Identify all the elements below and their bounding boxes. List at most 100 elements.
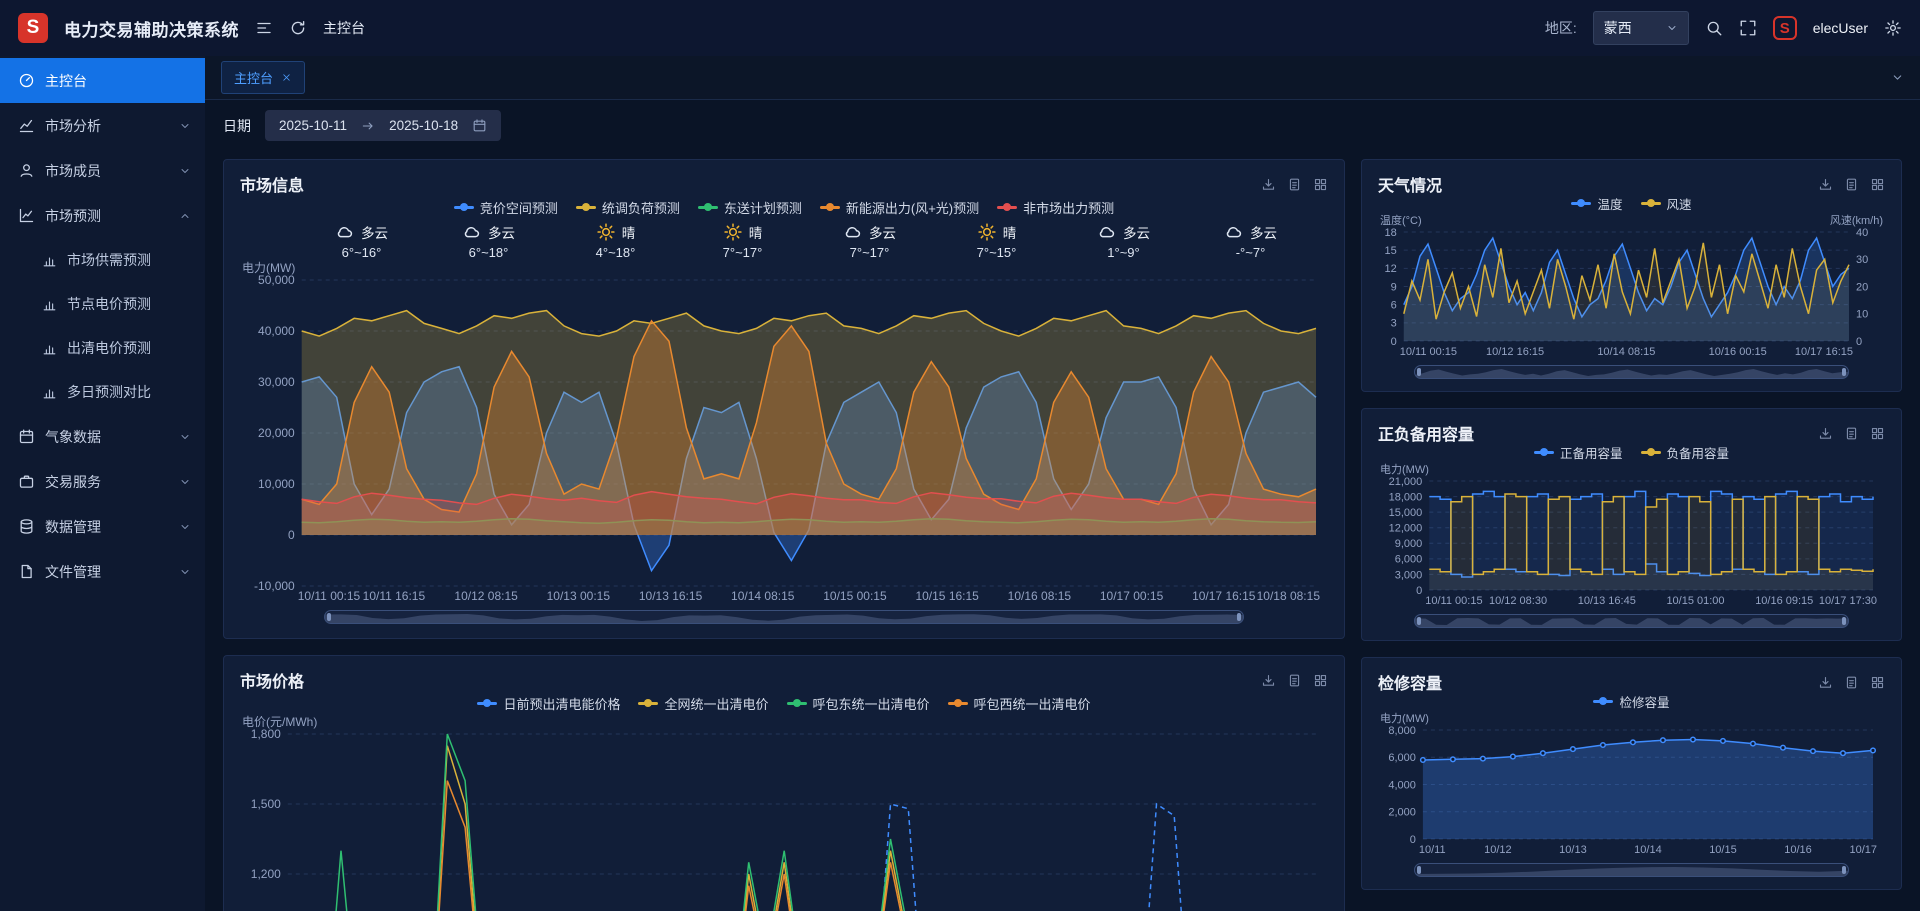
chart-scrollbar[interactable]: [324, 610, 1244, 624]
menu-fold-icon[interactable]: [255, 19, 273, 37]
legend-item[interactable]: 检修容量: [1593, 692, 1669, 711]
sidebar-item-文件管理[interactable]: 文件管理: [0, 549, 205, 594]
download-icon[interactable]: [1261, 673, 1276, 688]
sidebar-item-市场供需预测[interactable]: 市场供需预测: [0, 238, 205, 282]
refresh-icon[interactable]: [289, 19, 307, 37]
data-table-icon[interactable]: [1870, 426, 1885, 441]
legend-item[interactable]: 风速: [1641, 194, 1692, 213]
chart-scrollbar[interactable]: [1414, 863, 1849, 877]
legend-item[interactable]: 东送计划预测: [698, 198, 802, 217]
data-table-icon[interactable]: [1313, 177, 1328, 192]
weather-day: 晴7°~17°: [679, 222, 806, 260]
market-price-chart[interactable]: 3006009001,2001,5001,800电价(元/MWh)10/11 0…: [240, 714, 1328, 911]
download-icon[interactable]: [1818, 177, 1833, 192]
fullscreen-icon[interactable]: [1739, 19, 1757, 37]
sidebar-item-市场成员[interactable]: 市场成员: [0, 148, 205, 193]
legend-item[interactable]: 日前预出清电能价格: [477, 694, 620, 713]
svg-text:10/15 01:00: 10/15 01:00: [1666, 595, 1724, 607]
legend-item[interactable]: 统调负荷预测: [576, 198, 680, 217]
svg-text:10/16 08:15: 10/16 08:15: [1008, 589, 1072, 603]
report-doc-icon[interactable]: [1844, 177, 1859, 192]
legend-item[interactable]: 正备用容量: [1534, 443, 1623, 462]
chart-canvas[interactable]: 0369121518010203040温度(°C)风速(km/h)10/11 0…: [1378, 212, 1885, 359]
dashboard-icon: [18, 72, 35, 89]
chart-canvas[interactable]: -10,000010,00020,00030,00040,00050,000电力…: [240, 260, 1328, 604]
sidebar-item-出清电价预测[interactable]: 出清电价预测: [0, 326, 205, 370]
tab-overflow-chevron-icon[interactable]: [1891, 71, 1904, 84]
svg-text:10/15: 10/15: [1709, 844, 1737, 856]
svg-text:10/15 16:15: 10/15 16:15: [915, 589, 979, 603]
panel-market-price: 市场价格 日前预出清电能价格全网统一出清电价呼包东统一出清电价呼包西统一出清电价…: [223, 655, 1345, 911]
sidebar-item-市场分析[interactable]: 市场分析: [0, 103, 205, 148]
weather-day: 多云6°~18°: [425, 222, 552, 260]
chart-canvas[interactable]: 02,0004,0006,0008,000电力(MW)10/1110/1210/…: [1378, 710, 1885, 857]
data-table-icon[interactable]: [1870, 675, 1885, 690]
weather-condition: 晴: [622, 222, 636, 242]
svg-text:10/11 00:15: 10/11 00:15: [298, 589, 361, 603]
sidebar-item-交易服务[interactable]: 交易服务: [0, 459, 205, 504]
legend-item[interactable]: 呼包东统一出清电价: [787, 694, 930, 713]
svg-text:10/17 00:15: 10/17 00:15: [1100, 589, 1164, 603]
legend-item[interactable]: 呼包西统一出清电价: [948, 694, 1091, 713]
sidebar-item-气象数据[interactable]: 气象数据: [0, 414, 205, 459]
legend-item[interactable]: 温度: [1571, 194, 1622, 213]
weather-chart[interactable]: 0369121518010203040温度(°C)风速(km/h)10/11 0…: [1378, 212, 1885, 359]
report-doc-icon[interactable]: [1287, 177, 1302, 192]
breadcrumb[interactable]: 主控台: [323, 18, 365, 38]
legend-item[interactable]: 非市场出力预测: [997, 198, 1114, 217]
sidebar-item-label: 市场供需预测: [67, 250, 191, 270]
date-start[interactable]: 2025-10-11: [279, 118, 347, 133]
svg-text:10/17 16:15: 10/17 16:15: [1192, 589, 1256, 603]
panel-maintenance: 检修容量 检修容量 02,0004,0006,0008,000电力(MW)10/…: [1361, 657, 1902, 890]
report-doc-icon[interactable]: [1844, 426, 1859, 441]
report-doc-icon[interactable]: [1844, 675, 1859, 690]
bar-icon: [42, 385, 57, 400]
reserve-chart[interactable]: 03,0006,0009,00012,00015,00018,00021,000…: [1378, 461, 1885, 608]
download-icon[interactable]: [1261, 177, 1276, 192]
cloud-icon: [462, 222, 482, 242]
chart-canvas[interactable]: 03,0006,0009,00012,00015,00018,00021,000…: [1378, 461, 1885, 608]
sidebar-item-多日预测对比[interactable]: 多日预测对比: [0, 370, 205, 414]
chart-legend: 竞价空间预测统调负荷预测东送计划预测新能源出力(风+光)预测非市场出力预测: [240, 196, 1328, 218]
weather-temp-range: 7°~17°: [723, 245, 763, 260]
date-range-picker[interactable]: 2025-10-11 2025-10-18: [265, 110, 501, 141]
svg-text:10/12 08:30: 10/12 08:30: [1489, 595, 1547, 607]
maintenance-chart[interactable]: 02,0004,0006,0008,000电力(MW)10/1110/1210/…: [1378, 710, 1885, 857]
legend-item[interactable]: 新能源出力(风+光)预测: [820, 198, 979, 217]
search-icon[interactable]: [1705, 19, 1723, 37]
legend-item[interactable]: 负备用容量: [1641, 443, 1730, 462]
panel-reserve: 正负备用容量 正备用容量负备用容量 03,0006,0009,00012,000…: [1361, 408, 1902, 641]
chart-scrollbar[interactable]: [1414, 614, 1849, 628]
weather-temp-range: 7°~15°: [977, 245, 1017, 260]
svg-text:40,000: 40,000: [258, 324, 295, 338]
username[interactable]: elecUser: [1813, 20, 1868, 36]
date-end[interactable]: 2025-10-18: [389, 118, 458, 133]
cloud-icon: [1097, 222, 1117, 242]
legend-item[interactable]: 全网统一出清电价: [638, 694, 768, 713]
tab-主控台[interactable]: 主控台: [221, 61, 305, 94]
download-icon[interactable]: [1818, 426, 1833, 441]
sidebar-item-主控台[interactable]: 主控台: [0, 58, 205, 103]
close-icon[interactable]: [281, 72, 292, 83]
sidebar-item-数据管理[interactable]: 数据管理: [0, 504, 205, 549]
weather-day: 多云7°~17°: [806, 222, 933, 260]
region-select[interactable]: 蒙西: [1593, 11, 1689, 45]
download-icon[interactable]: [1818, 675, 1833, 690]
sidebar-item-市场预测[interactable]: 市场预测: [0, 193, 205, 238]
data-table-icon[interactable]: [1870, 177, 1885, 192]
zoom-preview: [325, 611, 1243, 623]
app-title: 电力交易辅助决策系统: [64, 16, 239, 41]
svg-text:0: 0: [1391, 336, 1397, 348]
sidebar-item-label: 市场成员: [45, 161, 169, 181]
report-doc-icon[interactable]: [1287, 673, 1302, 688]
market-info-chart[interactable]: -10,000010,00020,00030,00040,00050,000电力…: [240, 260, 1328, 604]
gear-icon[interactable]: [1884, 19, 1902, 37]
sidebar-item-节点电价预测[interactable]: 节点电价预测: [0, 282, 205, 326]
legend-item[interactable]: 竞价空间预测: [454, 198, 558, 217]
tab-bar: 主控台: [205, 56, 1920, 100]
weather-day: 晴4°~18°: [552, 222, 679, 260]
panel-title: 正负备用容量: [1378, 421, 1474, 445]
chart-scrollbar[interactable]: [1414, 365, 1849, 379]
data-table-icon[interactable]: [1313, 673, 1328, 688]
chart-canvas[interactable]: 3006009001,2001,5001,800电价(元/MWh)10/11 0…: [240, 714, 1328, 911]
